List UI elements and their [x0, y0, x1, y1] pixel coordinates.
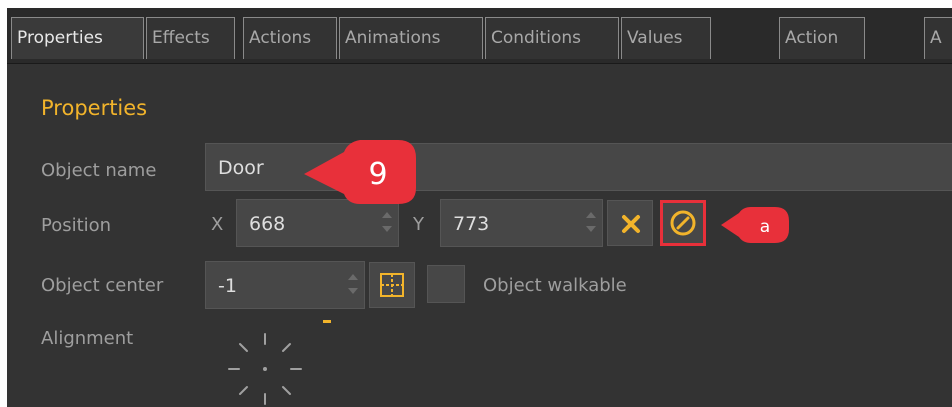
tab-properties[interactable]: Properties	[11, 17, 144, 59]
callout-a-badge: a	[721, 207, 789, 243]
tab-a[interactable]: A	[924, 17, 952, 59]
walkable-checkbox[interactable]	[427, 265, 465, 303]
alignment-label: Alignment	[41, 328, 134, 349]
object-center-input[interactable]: -1	[205, 261, 365, 309]
position-label: Position	[41, 215, 112, 236]
tab-action[interactable]: Action	[779, 17, 865, 59]
object-center-label: Object center	[41, 275, 164, 296]
alignment-indicator	[323, 320, 331, 323]
callout-a-text: a	[760, 217, 770, 237]
position-y-value: 773	[453, 213, 490, 235]
alignment-selector[interactable]	[215, 324, 315, 407]
tab-actions[interactable]: Actions	[243, 17, 337, 59]
object-center-value: -1	[218, 275, 237, 297]
position-x-label: X	[211, 214, 224, 235]
pick-position-button[interactable]	[660, 200, 706, 246]
properties-panel: Properties Effects Actions Animations Co…	[7, 8, 952, 407]
position-y-input[interactable]: 773	[440, 199, 603, 247]
walkable-label: Object walkable	[483, 275, 627, 296]
tab-values[interactable]: Values	[621, 17, 711, 59]
position-x-value: 668	[249, 213, 286, 235]
close-icon	[622, 215, 640, 233]
callout-9-badge: 9	[304, 140, 416, 204]
clear-position-button[interactable]	[607, 200, 653, 246]
properties-content: Properties Object name Door Position X 6…	[7, 64, 952, 407]
position-y-label: Y	[413, 214, 424, 235]
callout-9-text: 9	[368, 157, 387, 192]
tab-effects[interactable]: Effects	[146, 17, 235, 59]
object-name-label: Object name	[41, 160, 157, 181]
compass-icon	[670, 210, 696, 236]
object-center-picker-button[interactable]	[369, 262, 415, 308]
tab-bar: Properties Effects Actions Animations Co…	[7, 8, 952, 64]
tab-conditions[interactable]: Conditions	[485, 17, 619, 59]
tab-animations[interactable]: Animations	[339, 17, 483, 59]
section-title: Properties	[41, 96, 148, 120]
crosshair-grid-icon	[380, 273, 404, 297]
